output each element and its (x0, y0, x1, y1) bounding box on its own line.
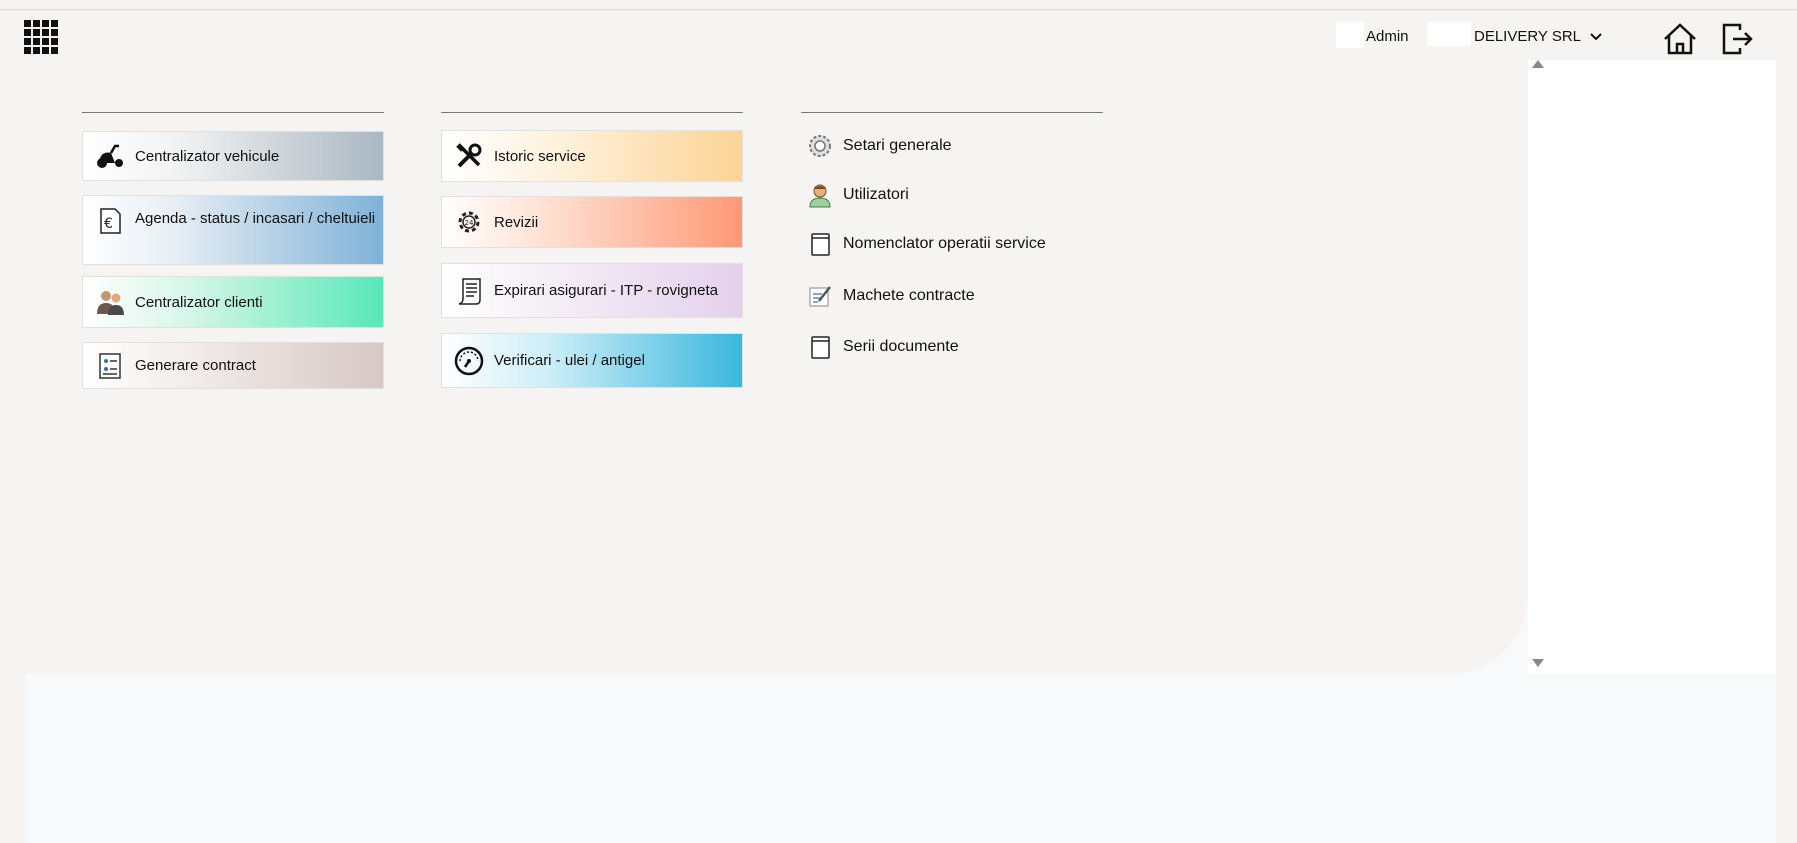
link-label: Utilizatori (843, 186, 909, 203)
euro-document-icon: € (95, 206, 125, 236)
link-utilizatori[interactable]: Utilizatori (807, 182, 909, 208)
gear-icon: 24 (454, 207, 484, 237)
scroll-icon (454, 276, 484, 306)
chevron-down-icon (1590, 32, 1602, 40)
tile-agenda[interactable]: € Agenda - status / incasari / cheltuiel… (82, 195, 384, 265)
apps-grid-icon[interactable] (24, 20, 58, 54)
menu-column-2: Istoric service 24 Revizii Expirari asig… (441, 112, 743, 388)
people-icon (95, 287, 125, 317)
tile-label: Revizii (494, 213, 539, 231)
scroll-down-arrow[interactable] (1532, 659, 1544, 667)
tile-label: Istoric service (494, 147, 586, 165)
link-label: Nomenclator operatii service (843, 235, 1046, 252)
tile-revizii[interactable]: 24 Revizii (441, 196, 743, 248)
top-border (0, 9, 1797, 10)
link-setari-generale[interactable]: Setari generale (807, 133, 952, 159)
company-logo (1427, 22, 1471, 46)
tile-generare-contract[interactable]: Generare contract (82, 342, 384, 389)
link-label: Serii documente (843, 338, 959, 355)
tile-label: Expirari asigurari - ITP - rovigneta (494, 282, 718, 299)
tile-istoric-service[interactable]: Istoric service (441, 130, 743, 182)
home-icon[interactable] (1662, 22, 1698, 56)
menu-column-1: Centralizator vehicule € Agenda - status… (82, 112, 384, 389)
tile-label: Centralizator clienti (135, 293, 263, 311)
tile-centralizator-vehicule[interactable]: Centralizator vehicule (82, 131, 384, 181)
scooter-icon (95, 141, 125, 171)
company-name: DELIVERY SRL (1474, 28, 1581, 45)
gauge-icon (454, 346, 484, 376)
contract-icon (95, 351, 125, 381)
book-icon (807, 231, 833, 257)
svg-text:24: 24 (465, 219, 474, 227)
bottom-area (25, 674, 1776, 843)
rounded-corner (1448, 594, 1528, 674)
user-name: Admin (1366, 28, 1409, 45)
settings-gear-icon (807, 133, 833, 159)
user-icon (807, 182, 833, 208)
svg-text:€: € (104, 216, 113, 232)
link-label: Setari generale (843, 137, 952, 154)
tools-icon (454, 141, 484, 171)
link-label: Machete contracte (843, 287, 975, 304)
link-serii-documente[interactable]: Serii documente (807, 334, 959, 360)
link-machete-contracte[interactable]: Machete contracte (807, 283, 975, 309)
tile-label: Verificari - ulei / antigel (494, 352, 645, 369)
tile-centralizator-clienti[interactable]: Centralizator clienti (82, 276, 384, 328)
tile-label: Centralizator vehicule (135, 147, 280, 165)
tile-label: Agenda - status / incasari / cheltuieli (135, 210, 376, 227)
logout-icon[interactable] (1720, 22, 1754, 56)
menu-column-3: Setari generale Utilizatori Nomenclator … (801, 112, 1103, 359)
tile-expirari[interactable]: Expirari asigurari - ITP - rovigneta (441, 263, 743, 318)
avatar (1336, 22, 1364, 48)
tile-verificari[interactable]: Verificari - ulei / antigel (441, 333, 743, 388)
tile-label: Generare contract (135, 357, 256, 374)
edit-document-icon (807, 283, 833, 309)
scroll-up-arrow[interactable] (1532, 60, 1544, 68)
company-selector[interactable]: DELIVERY SRL (1474, 28, 1603, 45)
link-nomenclator[interactable]: Nomenclator operatii service (807, 231, 1046, 257)
book-icon (807, 334, 833, 360)
